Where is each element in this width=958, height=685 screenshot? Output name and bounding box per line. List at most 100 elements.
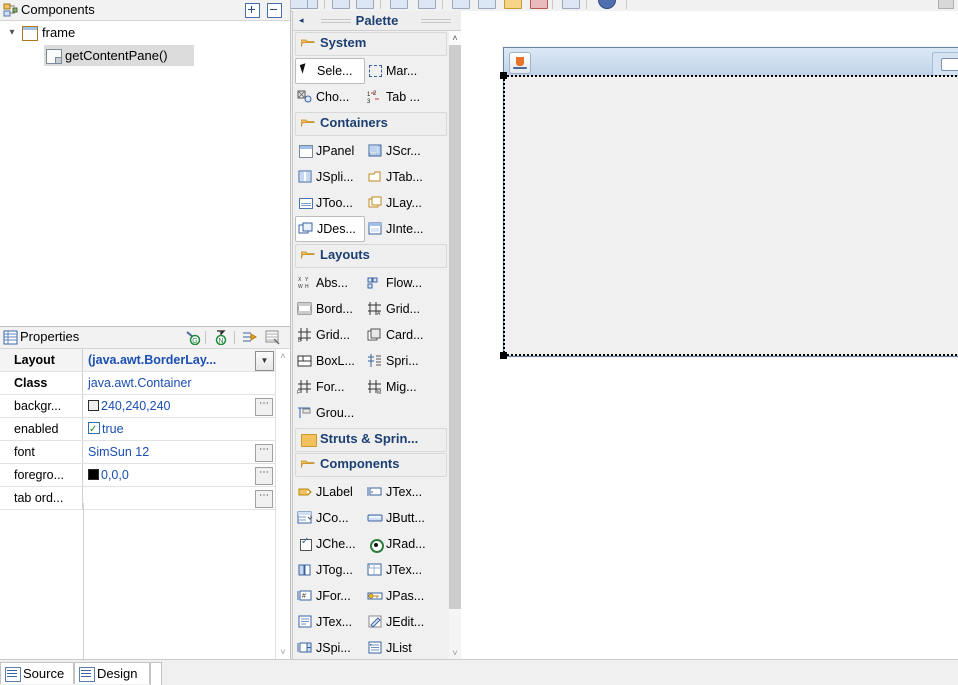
- property-row-enabled[interactable]: enabled true: [0, 418, 275, 441]
- palette-item-springlayout[interactable]: Spri...: [365, 348, 435, 374]
- palette-category-containers[interactable]: Containers: [295, 112, 447, 136]
- restore-default-icon[interactable]: [265, 330, 281, 345]
- palette-items-system[interactable]: Sele... Mar... Cho... 123 Tab ...: [293, 57, 449, 111]
- palette-item-jlayeredpane[interactable]: JLay...: [365, 190, 435, 216]
- tab-source[interactable]: Source: [0, 662, 74, 684]
- palette-body[interactable]: System Sele... Mar... Cho... 1 2 3 Tab .…: [293, 31, 449, 660]
- palette-item-jlist[interactable]: JList: [365, 635, 435, 660]
- properties-scrollbar[interactable]: ˄ ˅: [275, 349, 290, 661]
- property-row-class[interactable]: Class java.awt.Container: [0, 372, 275, 395]
- chevron-down-icon[interactable]: ▼: [255, 351, 274, 371]
- toolbar-icon-7[interactable]: [504, 0, 522, 9]
- property-value[interactable]: (java.awt.BorderLay...: [84, 349, 275, 371]
- component-tree[interactable]: ▾ frame getContentPane(): [0, 21, 290, 326]
- frame-title-bar[interactable]: [504, 48, 958, 77]
- toolbar-icon-back[interactable]: [390, 0, 408, 9]
- palette-item-jtextarea[interactable]: JTex...: [295, 609, 365, 635]
- palette-item-jtextfield[interactable]: JTex...: [365, 479, 435, 505]
- toolbar-icon-forward[interactable]: [418, 0, 436, 9]
- window-controls-group[interactable]: [932, 52, 958, 76]
- palette-item-choose-component[interactable]: Cho...: [295, 84, 365, 110]
- palette-item-jsplitpane[interactable]: JSpli...: [295, 164, 365, 190]
- palette-item-jlabel[interactable]: JLabel: [295, 479, 365, 505]
- palette-item-jbutton[interactable]: JButt...: [365, 505, 435, 531]
- palette-item-jinternalframe[interactable]: JInte...: [365, 216, 435, 242]
- toolbar-icon-3b[interactable]: [356, 0, 374, 9]
- palette-item-jeditorpane[interactable]: JEdit...: [365, 609, 435, 635]
- property-row-background[interactable]: backgr... 240,240,240 ⋯: [0, 395, 275, 418]
- property-value[interactable]: [84, 487, 275, 509]
- toolbar-icon-9[interactable]: [562, 0, 580, 9]
- palette-item-grouplayout[interactable]: Grou...: [295, 400, 365, 426]
- property-value-wrapper[interactable]: 240,240,240: [84, 395, 275, 417]
- checkbox-icon[interactable]: [88, 419, 100, 440]
- open-color-editor-button[interactable]: ⋯: [255, 398, 273, 416]
- palette-items-layouts[interactable]: XYWH Abs... Flow... Bord... A Grid... B …: [293, 269, 449, 427]
- property-value-wrapper[interactable]: 0,0,0: [84, 464, 275, 486]
- scroll-up-arrow-icon[interactable]: ˄: [449, 31, 461, 45]
- scroll-down-arrow-icon[interactable]: ˅: [449, 646, 461, 660]
- palette-item-jtogglebutton[interactable]: JTog...: [295, 557, 365, 583]
- toolbar-icon-5[interactable]: [452, 0, 470, 9]
- toolbar-icon-globe[interactable]: [598, 0, 616, 9]
- toolbar-icon-fwd[interactable]: [290, 0, 308, 9]
- toolbar-icon-6[interactable]: [478, 0, 496, 9]
- property-value[interactable]: SimSun 12: [84, 441, 275, 463]
- palette-category-components[interactable]: Components: [295, 453, 447, 477]
- goto-definition-icon[interactable]: [242, 330, 258, 345]
- palette-item-absolute-layout[interactable]: XYWH Abs...: [295, 270, 365, 296]
- properties-table[interactable]: + Layout (java.awt.BorderLay... ▼ Class …: [0, 349, 276, 661]
- property-row-tab-order[interactable]: tab ord... ⋯: [0, 487, 275, 510]
- open-font-editor-button[interactable]: ⋯: [255, 444, 273, 462]
- palette-item-jpanel[interactable]: JPanel: [295, 138, 365, 164]
- property-row-font[interactable]: font SimSun 12 ⋯: [0, 441, 275, 464]
- tree-item-frame[interactable]: ▾ frame: [0, 21, 290, 44]
- palette-item-jtabbedpane[interactable]: JTab...: [365, 164, 435, 190]
- palette-item-jdesktoppane[interactable]: JDes...: [295, 216, 365, 242]
- palette-items-containers[interactable]: JPanel JScr... JSpli... JTab... JToo... …: [293, 137, 449, 243]
- collapse-all-button[interactable]: [267, 3, 282, 18]
- design-canvas[interactable]: [461, 11, 958, 660]
- property-value-wrapper[interactable]: true: [84, 418, 275, 440]
- toolbar-icon-8[interactable]: [530, 0, 548, 9]
- palette-item-cardlayout[interactable]: Card...: [365, 322, 435, 348]
- palette-item-boxlayout[interactable]: BoxL...: [295, 348, 365, 374]
- open-color-editor-button[interactable]: ⋯: [255, 467, 273, 485]
- design-frame-preview[interactable]: [503, 47, 958, 357]
- property-row-layout[interactable]: + Layout (java.awt.BorderLay... ▼: [0, 349, 275, 372]
- properties-column-divider[interactable]: [83, 503, 84, 661]
- palette-item-marquee[interactable]: Mar...: [365, 58, 435, 84]
- palette-item-jtoolbar[interactable]: JToo...: [295, 190, 365, 216]
- palette-item-gridlayout[interactable]: B Grid...: [295, 322, 365, 348]
- palette-item-jradiobutton[interactable]: JRad...: [365, 531, 435, 557]
- scroll-up-arrow-icon[interactable]: ˄: [276, 349, 290, 363]
- palette-item-flowlayout[interactable]: Flow...: [365, 270, 435, 296]
- palette-item-jformattedtextfield[interactable]: # JFor...: [295, 583, 365, 609]
- palette-category-system[interactable]: System: [295, 32, 447, 56]
- tab-design[interactable]: Design: [74, 662, 150, 684]
- minimize-button[interactable]: [941, 58, 958, 71]
- show-events-icon[interactable]: G: [185, 330, 201, 346]
- palette-item-tab-order[interactable]: 123 Tab ...: [365, 84, 435, 110]
- palette-item-gridbaglayout[interactable]: A Grid...: [365, 296, 435, 322]
- palette-item-jcombobox[interactable]: JCo...: [295, 505, 365, 531]
- palette-category-struts-springs[interactable]: Struts & Sprin...: [295, 428, 447, 452]
- palette-item-jtextpane[interactable]: I JTex...: [365, 557, 435, 583]
- show-advanced-icon[interactable]: N: [213, 330, 229, 346]
- tree-item-content-pane[interactable]: getContentPane(): [0, 44, 290, 67]
- palette-item-select[interactable]: Sele...: [295, 58, 365, 84]
- chevron-down-icon[interactable]: ▾: [6, 21, 18, 44]
- frame-content-pane[interactable]: [505, 76, 958, 355]
- expand-all-button[interactable]: [245, 3, 260, 18]
- palette-item-borderlayout[interactable]: Bord...: [295, 296, 365, 322]
- palette-category-layouts[interactable]: Layouts: [295, 244, 447, 268]
- palette-item-jcheckbox[interactable]: JChe...: [295, 531, 365, 557]
- palette-scrollbar-thumb[interactable]: [449, 45, 461, 609]
- toolbar-icon-2[interactable]: [332, 0, 350, 9]
- palette-item-formlayout[interactable]: F For...: [295, 374, 365, 400]
- palette-scrollbar[interactable]: ˄ ˅: [449, 31, 461, 660]
- open-tab-order-editor-button[interactable]: ⋯: [255, 490, 273, 508]
- property-row-foreground[interactable]: foregro... 0,0,0 ⋯: [0, 464, 275, 487]
- scroll-down-arrow-icon[interactable]: ˅: [276, 645, 290, 659]
- palette-item-miglayout[interactable]: M Mig...: [365, 374, 435, 400]
